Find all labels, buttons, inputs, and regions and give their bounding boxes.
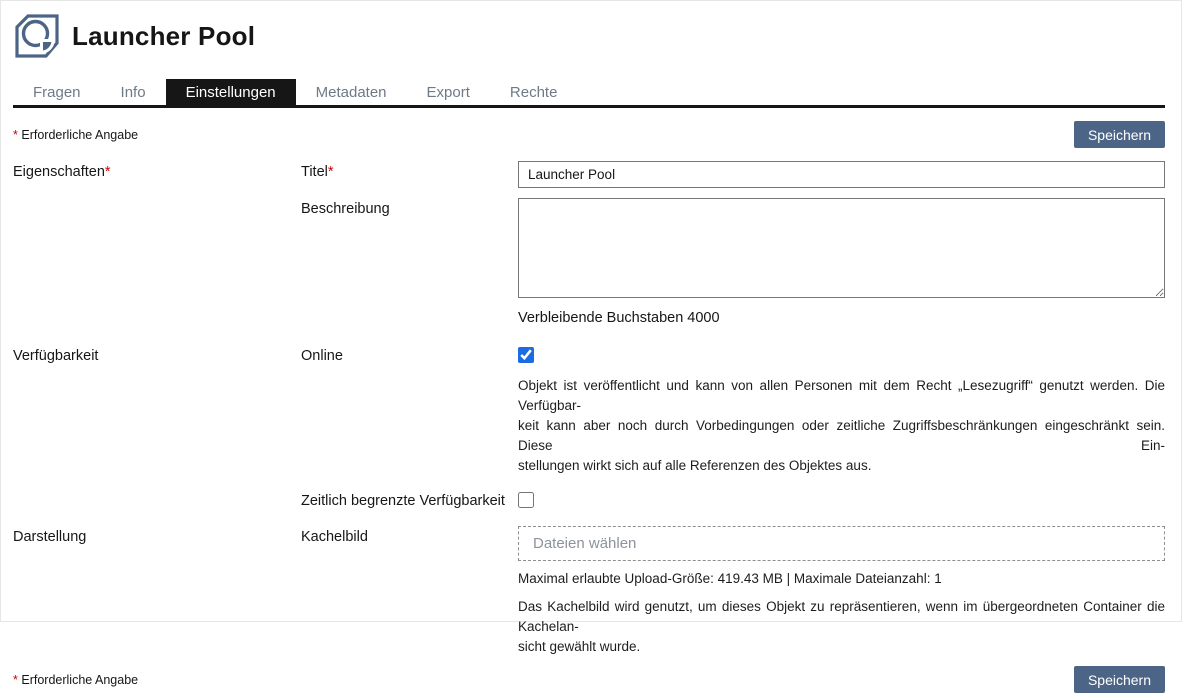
online-help-line-2: keit kann aber noch durch Vorbedingungen… — [518, 416, 1165, 456]
required-note-top: * Erforderliche Angabe — [13, 128, 138, 142]
online-control-cell: Objekt ist veröffentlicht und kann von a… — [518, 345, 1165, 476]
beschreibung-control-cell: Verbleibende Buchstaben 4000 — [518, 198, 1165, 326]
tab-rechte[interactable]: Rechte — [490, 79, 578, 105]
beschreibung-textarea[interactable] — [518, 198, 1165, 298]
tab-bar: Fragen Info Einstellungen Metadaten Expo… — [13, 79, 1165, 108]
kachelbild-help-text: Das Kachelbild wird genutzt, um dieses O… — [518, 597, 1165, 657]
form-toolbar-bottom: * Erforderliche Angabe Speichern — [1, 666, 1181, 693]
zeitlich-begrenzte-verfuegbarkeit-checkbox[interactable] — [518, 492, 534, 508]
remaining-chars-note: Verbleibende Buchstaben 4000 — [518, 310, 1165, 326]
kachelbild-help-line-2: sicht gewählt wurde. — [518, 637, 1165, 657]
section-label-darstellung: Darstellung — [13, 526, 301, 545]
field-label-kachelbild: Kachelbild — [301, 526, 518, 545]
tab-export[interactable]: Export — [407, 79, 490, 105]
dateien-waehlen-label: Dateien wählen — [533, 535, 636, 552]
page-title: Launcher Pool — [72, 21, 255, 52]
save-button-bottom[interactable]: Speichern — [1074, 666, 1165, 693]
titel-input[interactable] — [518, 161, 1165, 188]
form-row-titel: Eigenschaften* Titel* — [1, 161, 1181, 188]
titel-label-text: Titel — [301, 164, 328, 180]
form-row-zeitlich: Zeitlich begrenzte Verfügbarkeit — [1, 490, 1181, 513]
titel-control-cell — [518, 161, 1165, 188]
kachelbild-help-line-1: Das Kachelbild wird genutzt, um dieses O… — [518, 597, 1165, 637]
object-header: Launcher Pool — [1, 1, 1181, 58]
section-label-eigenschaften: Eigenschaften* — [13, 161, 301, 180]
online-help-line-1: Objekt ist veröffentlicht und kann von a… — [518, 376, 1165, 416]
online-checkbox[interactable] — [518, 347, 534, 363]
upload-limit-note: Maximal erlaubte Upload-Größe: 419.43 MB… — [518, 571, 1165, 586]
tab-metadaten[interactable]: Metadaten — [296, 79, 407, 105]
form-toolbar-top: * Erforderliche Angabe Speichern — [1, 121, 1181, 148]
tab-info[interactable]: Info — [101, 79, 166, 105]
section-label-verfuegbarkeit: Verfügbarkeit — [13, 345, 301, 364]
form-row-kachelbild: Darstellung Kachelbild Dateien wählen Ma… — [1, 526, 1181, 657]
field-label-beschreibung: Beschreibung — [301, 198, 518, 217]
eigenschaften-required-asterisk: * — [105, 164, 111, 180]
form-row-online: Verfügbarkeit Online Objekt ist veröffen… — [1, 345, 1181, 476]
form-row-beschreibung: Beschreibung Verbleibende Buchstaben 400… — [1, 198, 1181, 326]
online-help-text: Objekt ist veröffentlicht und kann von a… — [518, 376, 1165, 476]
online-help-line-3: stellungen wirkt sich auf alle Referenze… — [518, 456, 1165, 476]
tab-einstellungen[interactable]: Einstellungen — [166, 79, 296, 105]
eigenschaften-label-text: Eigenschaften — [13, 164, 105, 180]
field-label-titel: Titel* — [301, 161, 518, 180]
titel-required-asterisk: * — [328, 164, 334, 180]
kachelbild-control-cell: Dateien wählen Maximal erlaubte Upload-G… — [518, 526, 1165, 657]
page: Launcher Pool Fragen Info Einstellungen … — [0, 0, 1182, 622]
field-label-online: Online — [301, 345, 518, 364]
tab-fragen[interactable]: Fragen — [13, 79, 101, 105]
required-note-label: Erforderliche Angabe — [21, 673, 138, 687]
required-note-bottom: * Erforderliche Angabe — [13, 673, 138, 687]
field-label-zeitlich-begrenzte-verfuegbarkeit: Zeitlich begrenzte Verfügbarkeit — [301, 490, 518, 509]
required-note-label: Erforderliche Angabe — [21, 128, 138, 142]
zeitlich-control-cell — [518, 490, 1165, 513]
save-button-top[interactable]: Speichern — [1074, 121, 1165, 148]
required-asterisk: * — [13, 128, 18, 142]
file-dropzone[interactable]: Dateien wählen — [518, 526, 1165, 561]
required-asterisk: * — [13, 673, 18, 687]
launcher-pool-object-icon — [15, 14, 59, 58]
